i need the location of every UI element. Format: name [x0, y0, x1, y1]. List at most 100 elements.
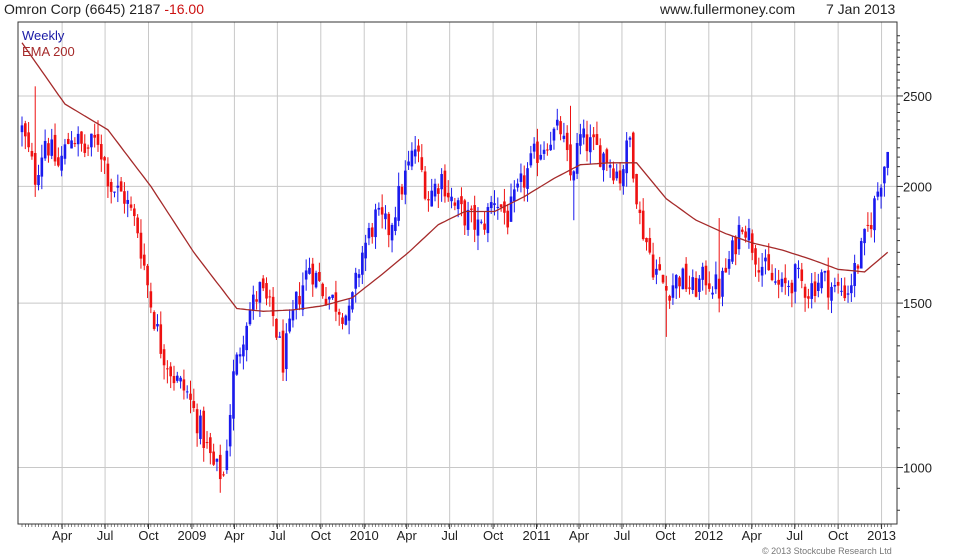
candle-body [255, 299, 258, 302]
weekly-candle [407, 150, 410, 170]
weekly-candle [817, 273, 820, 298]
candle-body [694, 277, 698, 297]
candle-body [86, 147, 90, 149]
weekly-candle [285, 323, 288, 382]
weekly-candle [787, 280, 790, 297]
weekly-candle [684, 257, 688, 292]
candle-body [717, 278, 721, 299]
candle-body [258, 282, 262, 303]
candle-body [443, 170, 447, 197]
weekly-candle [245, 322, 248, 362]
weekly-candle [179, 375, 182, 389]
y-tick-label: 1500 [903, 296, 932, 311]
candle-body [691, 277, 695, 291]
candle-body [595, 134, 599, 145]
weekly-candle [53, 123, 57, 166]
candle-body [783, 277, 787, 284]
weekly-candle [777, 269, 780, 299]
weekly-candle [50, 128, 54, 160]
weekly-candle [668, 294, 671, 309]
weekly-candle [443, 164, 447, 203]
candle-body [146, 265, 149, 286]
candle-body [126, 199, 130, 204]
candle-body [123, 191, 126, 204]
candle-body [327, 296, 331, 300]
candle-body [308, 267, 311, 274]
weekly-candle [460, 187, 463, 217]
candle-body [859, 241, 863, 269]
x-tick-label: Apr [742, 528, 763, 543]
candle-body [460, 196, 463, 205]
candle-body [394, 217, 397, 231]
weekly-candle [403, 160, 407, 205]
candle-body [209, 437, 212, 454]
weekly-candle [116, 174, 120, 203]
weekly-candle [658, 256, 662, 271]
candle-body [645, 237, 648, 243]
candle-body [688, 287, 691, 289]
candle-body [179, 377, 182, 382]
weekly-candle [86, 144, 90, 157]
weekly-candle [311, 257, 315, 297]
weekly-candle [20, 116, 24, 147]
y-tick-label: 1000 [903, 461, 932, 476]
x-tick-label: Oct [138, 528, 159, 543]
candle-body [294, 291, 298, 310]
weekly-candle [199, 409, 202, 445]
candle-body [674, 275, 678, 289]
weekly-candle [622, 164, 625, 195]
weekly-candle [754, 245, 757, 277]
weekly-candle [142, 243, 146, 271]
weekly-candle [681, 267, 685, 290]
weekly-candle [344, 314, 348, 326]
x-tick-label: 2009 [177, 528, 206, 543]
weekly-candle [678, 275, 681, 298]
weekly-candle [625, 132, 628, 187]
candle-body [866, 224, 870, 226]
y-tick-label: 2500 [903, 89, 932, 104]
candle-body [90, 133, 93, 148]
candle-body [185, 391, 189, 393]
weekly-candle [166, 360, 169, 384]
candle-body [856, 265, 860, 269]
candle-body [354, 272, 358, 289]
candle-body [790, 282, 794, 294]
x-tick-label: Oct [311, 528, 332, 543]
weekly-candle [701, 262, 704, 291]
weekly-candle [463, 198, 467, 235]
candle-body [136, 217, 139, 234]
candle-body [93, 134, 96, 138]
candle-body [665, 286, 668, 291]
weekly-candle [466, 201, 470, 236]
weekly-candle [651, 242, 655, 281]
candle-body [172, 375, 176, 384]
weekly-candle [304, 259, 308, 291]
candle-body [549, 144, 552, 151]
candle-body [529, 153, 533, 166]
weekly-candle [717, 218, 721, 313]
weekly-candle [589, 124, 592, 165]
candle-body [113, 191, 116, 193]
weekly-candle [202, 406, 206, 462]
weekly-candle [76, 126, 80, 157]
candle-body [473, 205, 476, 230]
candle-body [863, 228, 866, 244]
candle-body [807, 296, 810, 299]
weekly-candle [615, 163, 619, 181]
weekly-candle [149, 282, 153, 314]
candle-body [318, 272, 321, 281]
weekly-candle [850, 273, 853, 302]
weekly-candle [519, 163, 523, 193]
candle-body [536, 141, 539, 163]
candle-body [641, 210, 645, 240]
weekly-candle [288, 309, 291, 334]
weekly-candle [324, 287, 328, 306]
candle-body [162, 349, 166, 366]
candle-body [70, 140, 73, 149]
weekly-candle [661, 274, 665, 284]
candle-body [275, 318, 278, 338]
candle-body [450, 196, 453, 202]
candle-body [820, 272, 823, 289]
weekly-candle [698, 275, 701, 301]
x-tick-label: Oct [655, 528, 676, 543]
